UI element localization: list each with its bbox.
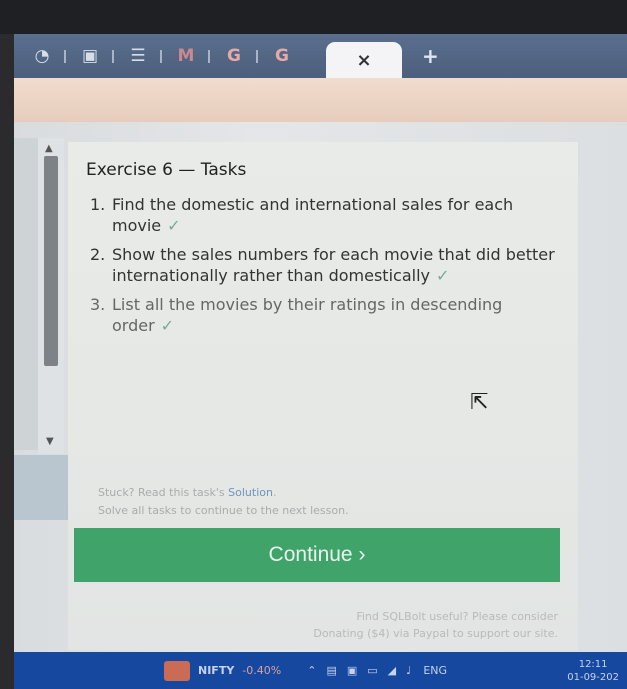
new-tab-button[interactable]: + [422,44,439,68]
footer-line-1: Find SQLBolt useful? Please consider [356,610,558,623]
task-text: List all the movies by their ratings in … [112,294,560,336]
wifi-icon[interactable]: ◢ [388,664,396,677]
clock-date: 01-09-202 [567,671,619,683]
exercise-panel: Exercise 6 — Tasks 1. Find the domestic … [68,142,578,650]
editor-scrollbar[interactable]: ▲ ▼ [38,138,64,454]
ticker-change[interactable]: -0.40% [242,664,281,677]
tab-glyph: M [177,46,195,66]
task-number: 3. [90,295,106,314]
display-icon[interactable]: ▣ [347,664,357,677]
active-tab[interactable]: × [326,42,402,78]
stuck-text: Stuck? Read this task's [98,486,225,499]
google-icon[interactable]: G [264,34,300,78]
google-icon[interactable]: G [216,34,258,78]
windows-taskbar: NIFTY -0.40% ⌃ ▤ ▣ ▭ ◢ ♩ ENG 12:11 01-09… [14,652,627,689]
task-list: 1. Find the domestic and international s… [90,194,560,344]
volume-icon[interactable]: ♩ [406,664,411,677]
clipboard-icon[interactable]: ▣ [72,34,114,78]
chevron-up-icon[interactable]: ⌃ [307,664,316,677]
check-icon: ✓ [167,216,181,235]
task-item: 1. Find the domestic and international s… [90,194,560,236]
stock-ticker-icon[interactable] [164,660,190,681]
check-icon: ✓ [160,316,175,335]
help-text: Stuck? Read this task's Solution. Solve … [98,484,349,520]
clock[interactable]: 12:11 01-09-202 [567,658,619,684]
scroll-up-icon[interactable]: ▲ [45,143,53,154]
donate-footer: Find SQLBolt useful? Please consider Don… [178,608,558,642]
tab-glyph: ◔ [34,46,50,66]
tab-glyph: ▣ [81,46,99,66]
battery-icon[interactable]: ▭ [367,664,377,677]
task-number: 2. [90,245,106,264]
scroll-down-icon[interactable]: ▼ [46,436,54,447]
scroll-thumb[interactable] [44,156,58,366]
monitor-bezel [0,0,627,34]
checklist-icon[interactable]: ☰ [120,34,162,78]
tab-glyph: ☰ [130,46,146,66]
solution-link[interactable]: Solution [228,486,273,499]
address-bar[interactable] [14,78,627,122]
gmail-icon[interactable]: M [168,34,210,78]
editor-sidebar-lower [14,455,68,520]
tab-glyph: G [275,46,289,66]
footer-line-2[interactable]: Donating ($4) via Paypal to support our … [178,625,558,642]
task-text-content: Show the sales numbers for each movie th… [112,245,555,285]
mouse-cursor-icon: ⇱ [470,390,489,415]
solve-all-text: Solve all tasks to continue to the next … [98,504,349,517]
tab-glyph: G [227,46,241,66]
task-text: Find the domestic and international sale… [112,194,560,236]
close-icon[interactable]: × [356,50,371,71]
task-item: 2. Show the sales numbers for each movie… [90,244,560,286]
task-number: 1. [90,195,106,214]
system-tray: ⌃ ▤ ▣ ▭ ◢ ♩ [307,664,411,677]
clock-time: 12:11 [578,658,608,670]
continue-button[interactable]: Continue › [74,528,560,582]
language-indicator[interactable]: ENG [423,664,447,677]
task-text: Show the sales numbers for each movie th… [112,244,560,286]
check-icon: ✓ [435,266,450,285]
task-item: 3. List all the movies by their ratings … [90,294,560,336]
editor-sidebar [14,138,38,450]
network-icon[interactable]: ▤ [326,664,336,677]
exercise-title: Exercise 6 — Tasks [86,160,247,180]
github-icon[interactable]: ◔ [24,34,66,78]
browser-tab-bar: ◔ ▣ ☰ M G G × + [14,34,627,78]
ticker-name[interactable]: NIFTY [198,664,234,677]
